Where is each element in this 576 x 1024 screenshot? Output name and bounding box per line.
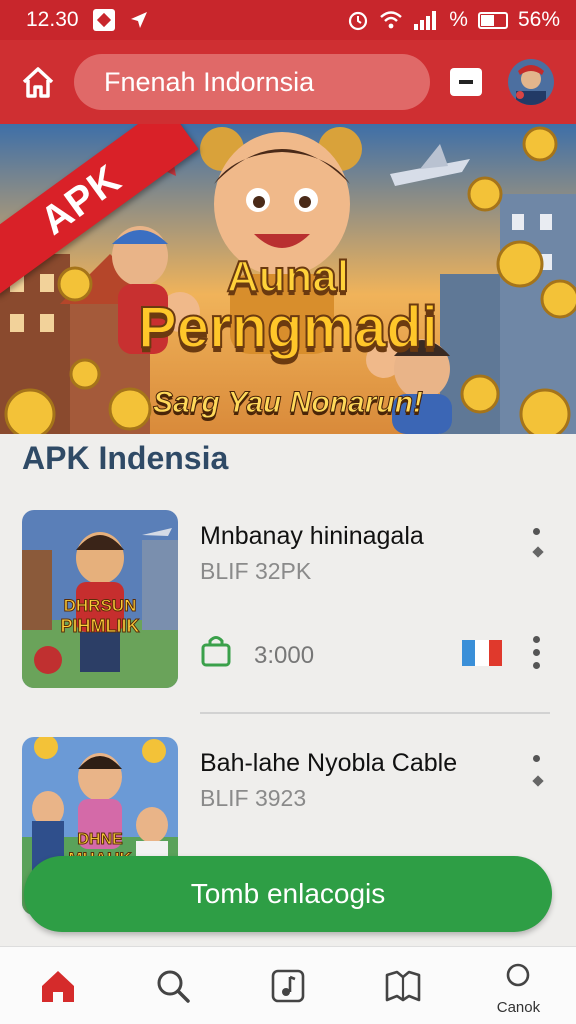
- bottom-nav: Canok: [0, 946, 576, 1024]
- book-icon: [385, 970, 421, 1001]
- thumb-text-2: PIHMLIIK: [60, 616, 140, 637]
- signal-icon: [414, 11, 437, 30]
- more-options-icon[interactable]: [532, 636, 540, 669]
- home-icon: [22, 67, 54, 98]
- shopping-bag-icon: [201, 636, 231, 667]
- primary-action-button[interactable]: Tomb enlacogis: [24, 856, 552, 932]
- app-meta: BLIF 3923: [200, 785, 307, 811]
- divider: [200, 712, 550, 714]
- circle-icon: [507, 963, 530, 986]
- wifi-icon: [380, 11, 403, 29]
- nav-music[interactable]: [230, 947, 345, 1024]
- diamond-icon: [532, 546, 544, 558]
- search-icon: [157, 970, 190, 1003]
- thumb-text-1: DHRSUN: [63, 596, 137, 616]
- app-name: Bah-lahe Nyobla Cable: [200, 749, 458, 777]
- promo-banner[interactable]: APK Aunal Perngmadi Sarg Yau Nonarun!: [0, 124, 576, 434]
- nav-library[interactable]: [346, 947, 461, 1024]
- app-meta: BLIF 32PK: [200, 558, 312, 584]
- percent-sign: %: [449, 8, 468, 31]
- diamond-icon: [532, 775, 544, 787]
- search-text: Fnenah Indornsia: [104, 66, 315, 97]
- status-bar: 12.30 % 56%: [0, 0, 576, 40]
- thumb-text-1: DHNE: [77, 831, 123, 849]
- nav-search[interactable]: [115, 947, 230, 1024]
- home-icon: [41, 970, 74, 1002]
- app-price: 3:000: [254, 642, 315, 669]
- square-icon: [92, 9, 115, 31]
- minus-icon: [459, 80, 473, 84]
- music-note-icon: [271, 969, 305, 1002]
- nav-account-label: Canok: [496, 999, 541, 1016]
- location-arrow-icon: [130, 12, 147, 28]
- flag-icon: [462, 640, 502, 666]
- app-header: Fnenah Indornsia: [0, 40, 576, 124]
- search-bar[interactable]: Fnenah Indornsia: [74, 54, 430, 110]
- nav-home[interactable]: [0, 947, 115, 1024]
- section-title: APK Indensia: [22, 440, 229, 476]
- banner-title-line2: Perngmadi: [137, 294, 439, 361]
- battery-percent: 56%: [517, 8, 560, 31]
- home-button[interactable]: [16, 60, 60, 104]
- app-thumbnail: DHRSUN PIHMLIIK: [22, 510, 178, 688]
- list-item[interactable]: DHRSUN PIHMLIIK Mnbanay hininagala BLIF …: [22, 510, 552, 690]
- alarm-icon: [349, 11, 368, 31]
- banner-subtitle: Sarg Yau Nonarun!: [152, 386, 424, 420]
- app-name: Mnbanay hininagala: [200, 522, 424, 550]
- minimize-button[interactable]: [450, 68, 482, 96]
- nav-account[interactable]: Canok: [461, 947, 576, 1024]
- more-options-icon[interactable]: [532, 755, 540, 762]
- avatar[interactable]: [508, 59, 554, 105]
- status-time: 12.30: [26, 8, 79, 31]
- battery-icon: [477, 11, 508, 29]
- more-options-icon[interactable]: [532, 528, 540, 535]
